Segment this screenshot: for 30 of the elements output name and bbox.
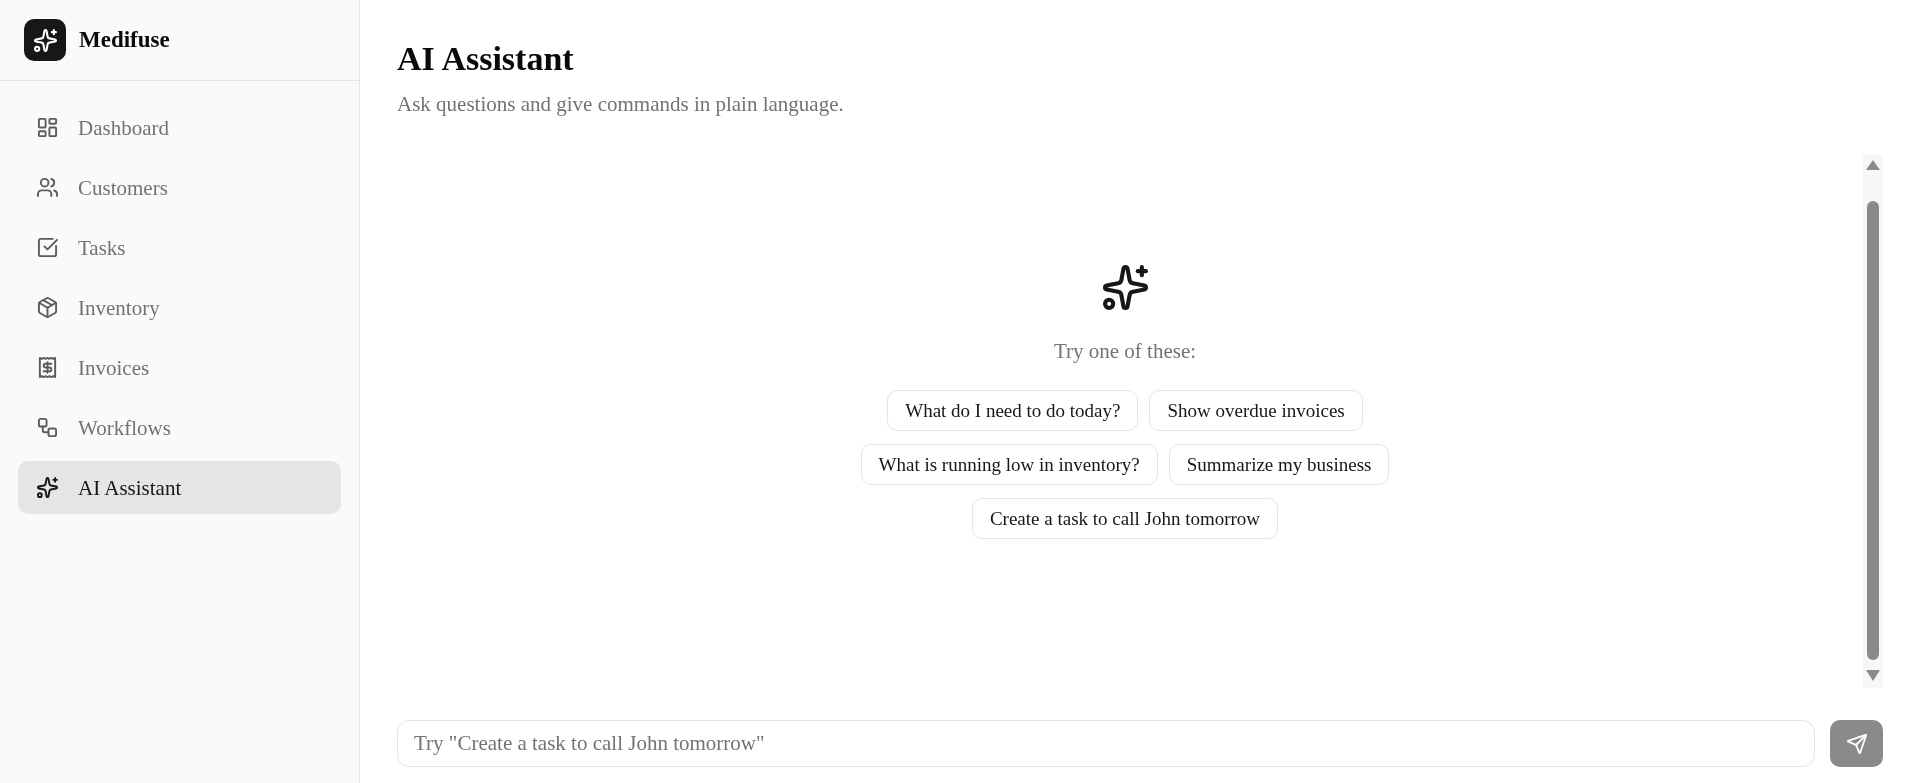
send-icon (1846, 733, 1867, 754)
nav-item[interactable]: Dashboard (18, 101, 341, 154)
nav-item[interactable]: Inventory (18, 281, 341, 334)
scroll-down-arrow-icon[interactable] (1866, 670, 1880, 681)
brand-name: Medifuse (79, 26, 170, 54)
suggestions-prompt: Try one of these: (1053, 339, 1197, 363)
page-title: AI Assistant (397, 39, 574, 79)
suggestion-chip[interactable]: What is running low in inventory? (860, 444, 1158, 485)
people-icon (37, 177, 58, 198)
sparkle-icon (37, 477, 58, 498)
receipt-icon (37, 357, 58, 378)
nav-item[interactable]: Workflows (18, 401, 341, 454)
checked-square-icon (37, 237, 58, 258)
nav-item[interactable]: AI Assistant (18, 461, 341, 514)
scrollbar-thumb[interactable] (1867, 201, 1879, 660)
dashboard-grid-icon (37, 117, 58, 138)
sparkle-logo-icon (24, 19, 66, 61)
sparkle-icon (1102, 265, 1148, 310)
message-input[interactable]: Try "Create a task to call John tomorrow" (397, 720, 1815, 767)
suggestion-chip[interactable]: Show overdue invoices (1149, 390, 1363, 431)
scroll-up-arrow-icon[interactable] (1866, 160, 1880, 170)
nav-item[interactable]: Invoices (18, 341, 341, 394)
suggestion-chip[interactable]: Create a task to call John tomorrow (971, 498, 1279, 539)
nav-item[interactable]: Customers (18, 161, 341, 214)
nav-item[interactable]: Tasks (18, 221, 341, 274)
workflow-icon (37, 417, 58, 438)
suggestion-chip[interactable]: What do I need to do today? (887, 390, 1139, 431)
page-subtitle: Ask questions and give commands in plain language. (397, 91, 844, 117)
package-icon (37, 297, 58, 318)
suggestion-chip[interactable]: Summarize my business (1168, 444, 1390, 485)
